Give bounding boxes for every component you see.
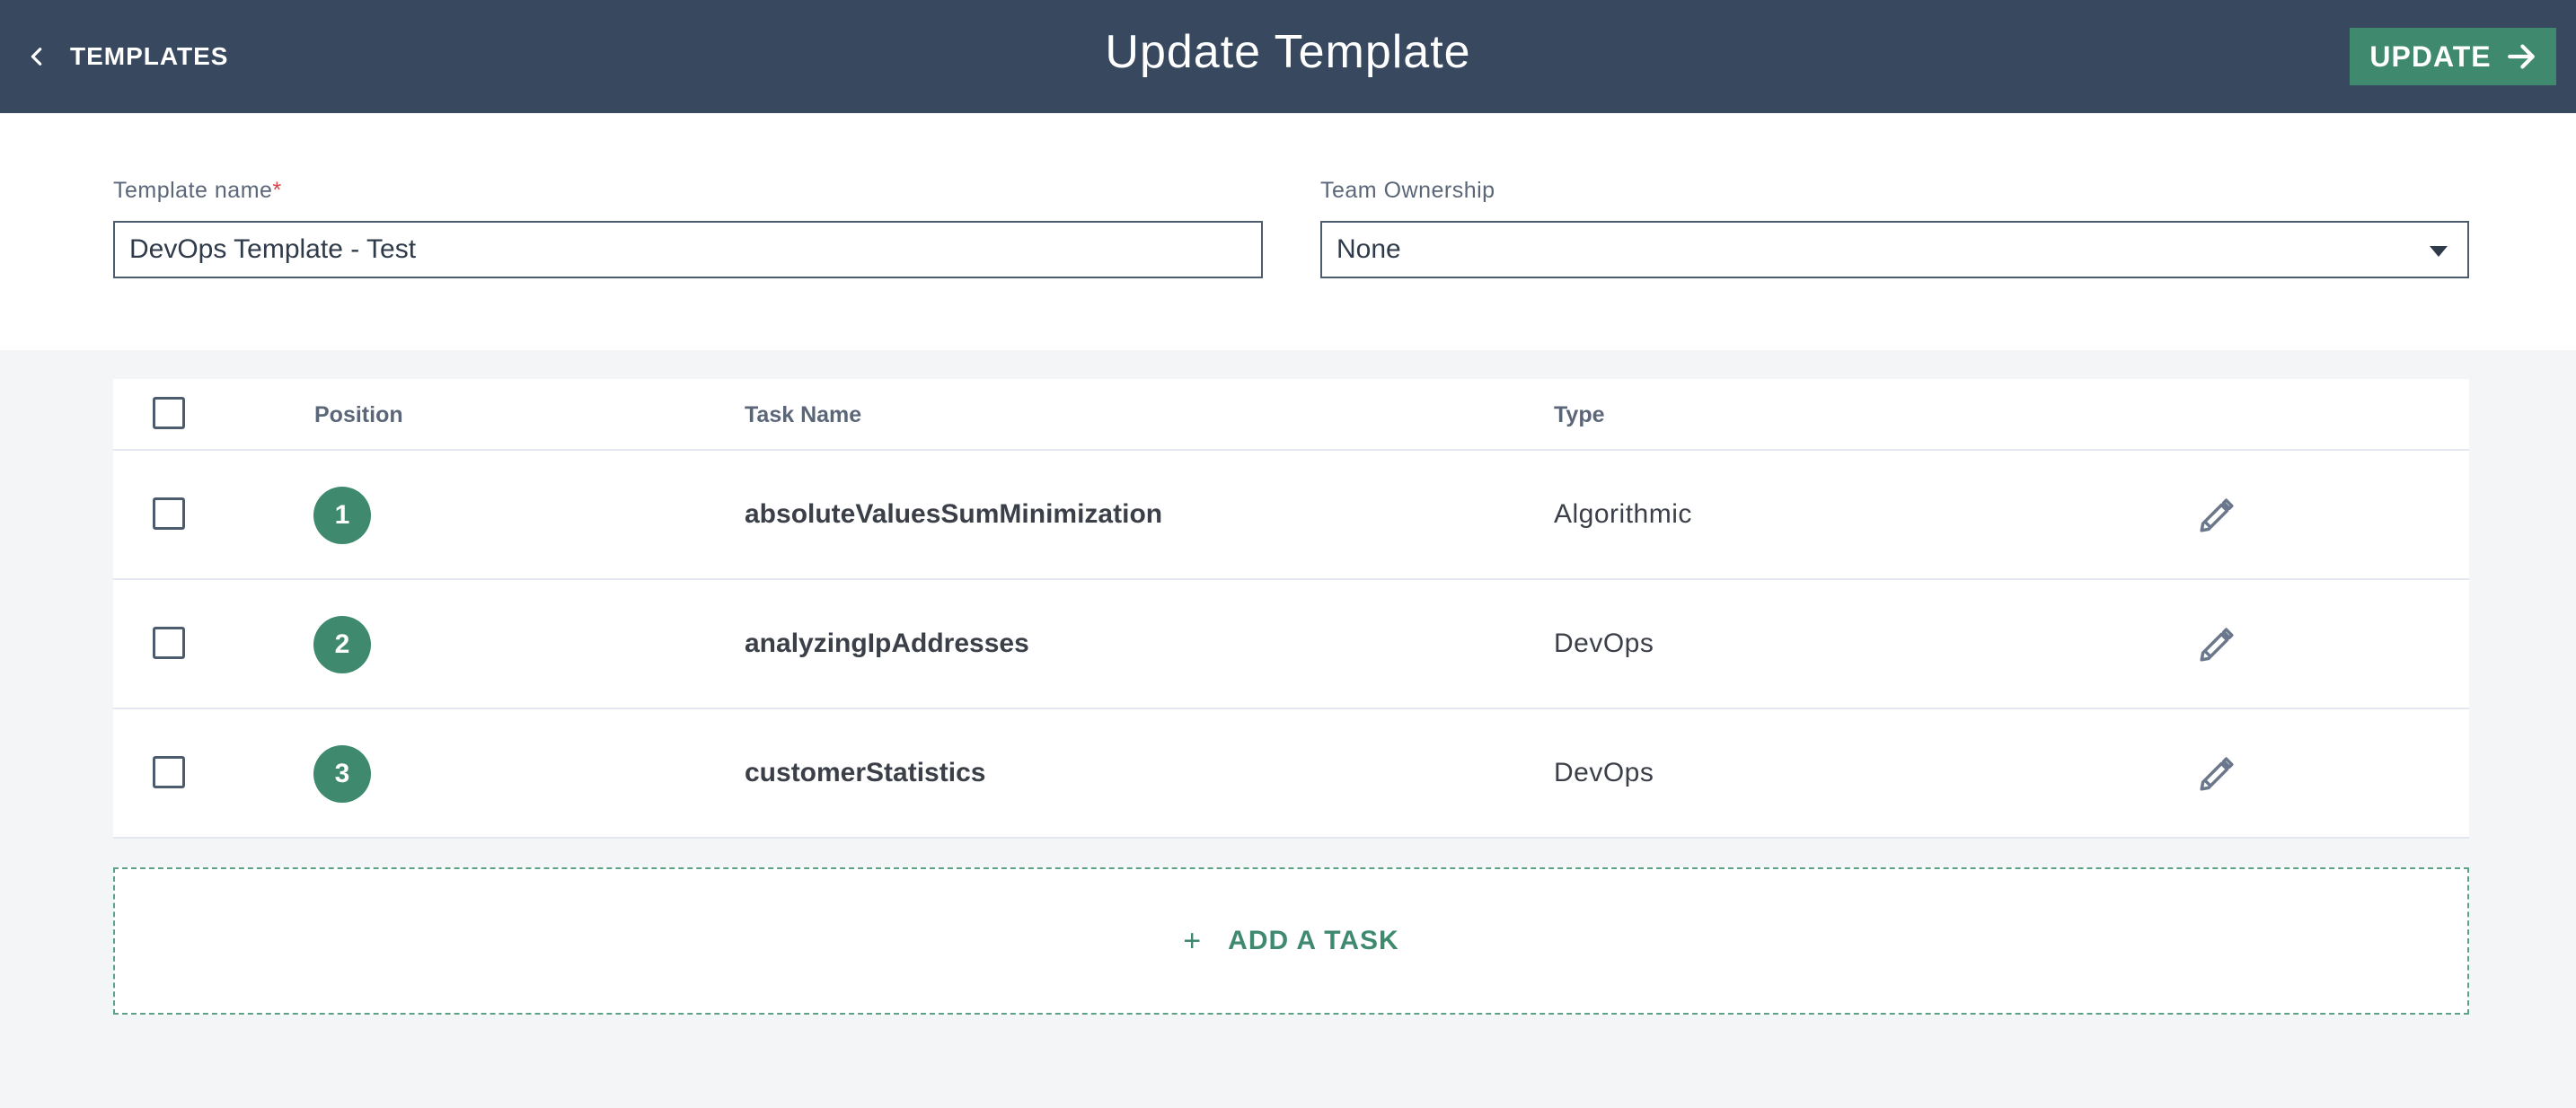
- task-type: DevOps: [1554, 629, 1654, 658]
- table-row: 2 analyzingIpAddresses DevOps: [113, 580, 2469, 709]
- plus-icon: +: [1183, 924, 1202, 958]
- template-name-label: Template name*: [113, 178, 282, 204]
- task-name: analyzingIpAddresses: [745, 629, 1029, 658]
- team-ownership-select[interactable]: None: [1320, 221, 2469, 278]
- update-button[interactable]: UPDATE: [2350, 28, 2556, 85]
- add-task-label: ADD A TASK: [1228, 926, 1399, 955]
- column-header-type: Type: [1554, 402, 1605, 427]
- required-marker: *: [272, 178, 282, 203]
- team-ownership-label: Team Ownership: [1320, 178, 1495, 203]
- column-header-position: Position: [314, 402, 403, 427]
- edit-task-button[interactable]: [2195, 754, 2236, 796]
- task-name: absoluteValuesSumMinimization: [745, 499, 1163, 529]
- template-name-label-text: Template name: [113, 178, 273, 203]
- pencil-icon: [2200, 498, 2234, 532]
- row-checkbox[interactable]: [153, 497, 185, 530]
- pencil-icon: [2200, 628, 2234, 662]
- arrow-right-icon: [2507, 44, 2535, 69]
- task-type: Algorithmic: [1554, 499, 1692, 529]
- table-row: 1 absoluteValuesSumMinimization Algorith…: [113, 451, 2469, 580]
- pencil-icon: [2200, 757, 2234, 791]
- task-table: Position Task Name Type 1 absoluteValues…: [113, 379, 2469, 839]
- task-type: DevOps: [1554, 758, 1654, 787]
- table-header-row: Position Task Name Type: [113, 379, 2469, 451]
- template-form: Template name* Team Ownership None: [0, 113, 2576, 350]
- top-bar: TEMPLATES Update Template UPDATE: [0, 0, 2576, 113]
- add-task-button[interactable]: + ADD A TASK: [113, 867, 2469, 1015]
- position-badge: 1: [313, 487, 371, 544]
- edit-task-button[interactable]: [2195, 496, 2236, 537]
- caret-down-icon: [2430, 246, 2448, 257]
- column-header-task-name: Task Name: [745, 402, 862, 427]
- table-row: 3 customerStatistics DevOps: [113, 709, 2469, 839]
- row-checkbox[interactable]: [153, 627, 185, 659]
- position-badge: 2: [313, 616, 371, 673]
- position-badge: 3: [313, 745, 371, 803]
- edit-task-button[interactable]: [2195, 625, 2236, 666]
- template-name-input[interactable]: [113, 221, 1263, 278]
- update-button-label: UPDATE: [2369, 40, 2492, 73]
- team-ownership-value: None: [1337, 234, 1401, 264]
- row-checkbox[interactable]: [153, 756, 185, 788]
- page-title: Update Template: [1105, 26, 1471, 78]
- task-name: customerStatistics: [745, 758, 986, 787]
- select-all-checkbox[interactable]: [153, 397, 185, 429]
